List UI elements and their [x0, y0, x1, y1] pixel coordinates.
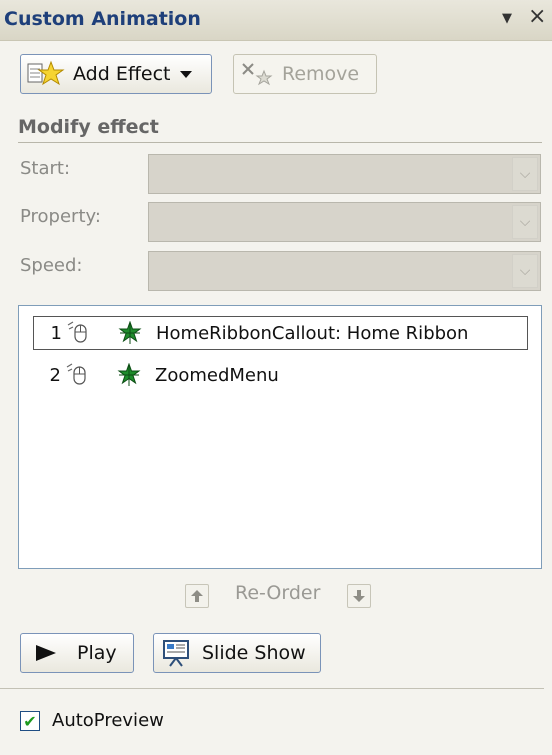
slide-show-button[interactable]: Slide Show [153, 633, 321, 673]
pane-menu-icon[interactable]: ▼ [502, 11, 512, 26]
chevron-down-icon[interactable]: ⌵ [512, 157, 538, 191]
property-dropdown[interactable]: ⌵ [148, 202, 541, 242]
add-effect-label: Add Effect [73, 63, 171, 85]
start-dropdown[interactable]: ⌵ [148, 154, 541, 194]
list-item[interactable]: 2 ZoomedMenu [33, 358, 528, 392]
item-number: 2 [49, 364, 61, 386]
close-icon[interactable]: × [528, 6, 546, 28]
reorder-label: Re-Order [235, 582, 321, 604]
mouse-click-icon [66, 363, 86, 385]
move-up-button[interactable] [185, 584, 209, 608]
add-effect-button[interactable]: Add Effect [20, 54, 212, 94]
item-label: HomeRibbonCallout: Home Ribbon [156, 322, 469, 344]
entrance-effect-star-icon [118, 321, 142, 344]
section-divider [18, 142, 542, 143]
play-icon [36, 645, 56, 661]
speed-dropdown[interactable]: ⌵ [148, 251, 541, 291]
speed-label: Speed: [20, 255, 83, 276]
arrow-down-icon [353, 590, 365, 602]
remove-effect-icon [242, 63, 273, 86]
slide-show-label: Slide Show [202, 642, 306, 664]
list-item[interactable]: 1 HomeRibbonCallout: Home Ribbon [33, 316, 528, 350]
chevron-down-icon [179, 71, 192, 78]
item-number: 1 [50, 322, 62, 344]
remove-label: Remove [282, 63, 360, 85]
move-down-button[interactable] [347, 584, 371, 608]
play-button[interactable]: Play [20, 633, 134, 673]
autopreview-label: AutoPreview [52, 710, 164, 731]
bottom-divider [0, 688, 544, 689]
start-label: Start: [20, 158, 71, 179]
custom-animation-pane: Custom Animation ▼ × Add Effect Remove M… [0, 0, 552, 755]
pane-title: Custom Animation [4, 8, 201, 30]
add-effect-star-icon [27, 60, 65, 86]
mouse-click-icon [67, 321, 87, 343]
arrow-up-icon [191, 590, 203, 602]
modify-effect-heading: Modify effect [18, 116, 159, 138]
property-label: Property: [20, 206, 101, 227]
play-label: Play [77, 642, 117, 664]
animation-list[interactable]: 1 HomeRibbonCallout: Home Ribbon 2 Zoome… [18, 305, 542, 569]
item-label: ZoomedMenu [155, 364, 279, 386]
chevron-down-icon[interactable]: ⌵ [512, 254, 538, 288]
autopreview-checkbox[interactable]: ✔ [20, 711, 40, 731]
chevron-down-icon[interactable]: ⌵ [512, 205, 538, 239]
remove-button[interactable]: Remove [233, 54, 377, 94]
slide-show-icon [163, 640, 189, 667]
checkmark-icon: ✔ [23, 711, 37, 731]
entrance-effect-star-icon [117, 363, 141, 386]
pane-title-bar: Custom Animation ▼ × [0, 0, 552, 41]
